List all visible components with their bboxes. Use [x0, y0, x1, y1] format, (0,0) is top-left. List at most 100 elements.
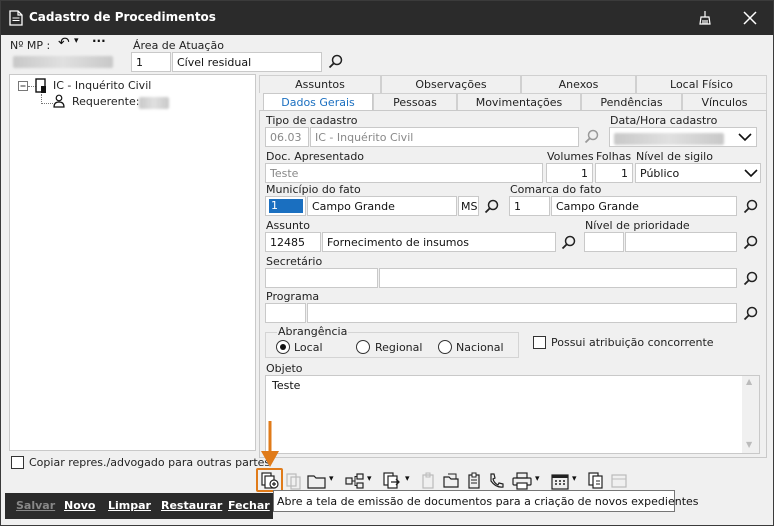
chevron-down-icon[interactable]: ▾	[535, 474, 540, 484]
collapse-icon[interactable]	[18, 81, 30, 93]
search-icon[interactable]	[742, 270, 760, 288]
tree-connector	[41, 103, 53, 104]
tree-root-label[interactable]: IC - Inquérito Civil	[53, 79, 151, 92]
chevron-down-icon[interactable]: ▾	[405, 474, 410, 484]
chevron-down-icon[interactable]	[743, 165, 759, 181]
new-button[interactable]: Novo	[64, 499, 96, 512]
search-icon[interactable]	[742, 198, 760, 216]
comarca-name-field[interactable]: Campo Grande	[551, 196, 737, 216]
new-document-icon[interactable]	[260, 472, 280, 490]
radio-local[interactable]	[276, 340, 290, 354]
comarca-label: Comarca do fato	[510, 183, 602, 196]
documents-transfer-icon[interactable]	[382, 472, 402, 490]
clear-button[interactable]: Limpar	[108, 499, 151, 512]
restore-button[interactable]: Restaurar	[161, 499, 222, 512]
chevron-down-icon[interactable]	[737, 129, 753, 145]
area-name-field[interactable]: Cível residual	[172, 52, 322, 72]
tab-movimentacoes[interactable]: Movimentações	[457, 93, 581, 111]
copy-repres-checkbox[interactable]	[11, 456, 24, 469]
area-code-field[interactable]: 1	[131, 52, 171, 72]
archive-icon	[611, 474, 627, 488]
assunto-code-field[interactable]: 12485	[265, 232, 321, 252]
objeto-scrollbar[interactable]: ▲ ▼	[742, 376, 759, 453]
abrangencia-label: Abrangência	[277, 325, 349, 338]
document-icon	[35, 78, 46, 93]
tab-anexos[interactable]: Anexos	[521, 75, 636, 93]
undo-icon[interactable]: ↶	[58, 35, 70, 51]
chevron-down-icon[interactable]: ▾	[329, 474, 334, 484]
concorrente-checkbox[interactable]	[533, 336, 546, 349]
document-app-icon	[9, 10, 23, 26]
search-icon[interactable]	[327, 53, 345, 71]
tipo-label: Tipo de cadastro	[266, 114, 358, 127]
search-icon[interactable]	[483, 198, 501, 216]
prioridade-code-field[interactable]	[584, 232, 624, 252]
search-icon[interactable]	[742, 305, 760, 323]
radio-nacional[interactable]	[438, 340, 452, 354]
tab-pessoas[interactable]: Pessoas	[373, 93, 457, 111]
attach-icon	[422, 472, 434, 489]
arrow-down-icon	[261, 421, 279, 467]
volumes-field[interactable]: 1	[546, 163, 593, 183]
tree-child-label[interactable]: Requerente:	[72, 95, 139, 108]
folder-icon[interactable]	[307, 473, 327, 489]
objeto-text: Teste	[272, 379, 301, 392]
prioridade-label: Nível de prioridade	[585, 219, 690, 232]
hierarchy-icon[interactable]	[345, 473, 365, 489]
programa-name-field[interactable]	[307, 303, 737, 323]
secretario-code-field[interactable]	[265, 268, 378, 288]
redacted-name	[139, 96, 169, 109]
main-window: Cadastro de Procedimentos Nº MP : ↶ ▾ ··…	[0, 0, 774, 526]
action-bar: Salvar Novo Limpar Restaurar Fechar	[5, 493, 273, 519]
close-icon[interactable]	[739, 7, 761, 29]
folhas-field[interactable]: 1	[595, 163, 633, 183]
open-folder-icon[interactable]	[443, 472, 461, 490]
radio-local-label: Local	[294, 341, 323, 354]
programa-code-field[interactable]	[265, 303, 306, 323]
municipio-name-field[interactable]: Campo Grande	[307, 196, 457, 216]
print-icon[interactable]	[512, 472, 532, 490]
doc-field[interactable]: Teste	[265, 163, 543, 183]
radio-regional[interactable]	[356, 340, 370, 354]
person-icon	[53, 94, 65, 108]
comarca-code-field[interactable]: 1	[509, 196, 550, 216]
chevron-down-icon[interactable]: ▾	[74, 36, 79, 46]
clipboard-icon[interactable]	[466, 472, 484, 490]
area-label: Área de Atuação	[133, 39, 224, 52]
search-icon[interactable]	[583, 128, 601, 146]
scroll-down-icon[interactable]: ▼	[746, 440, 752, 449]
prioridade-name-field[interactable]	[625, 232, 737, 252]
search-icon[interactable]	[742, 234, 760, 252]
tipo-code-field: 06.03	[265, 127, 309, 147]
chevron-down-icon[interactable]: ▾	[572, 474, 577, 484]
mp-number-field[interactable]	[9, 52, 129, 72]
tab-pendencias[interactable]: Pendências	[581, 93, 682, 111]
broom-icon[interactable]	[694, 7, 716, 29]
tooltip: Abre a tela de emissão de documentos par…	[273, 490, 699, 512]
objeto-label: Objeto	[266, 362, 303, 375]
phone-icon[interactable]	[488, 472, 506, 490]
tab-vinculos[interactable]: Vínculos	[682, 93, 767, 111]
data-label: Data/Hora cadastro	[610, 114, 718, 127]
assunto-name-field[interactable]: Fornecimento de insumos	[322, 232, 556, 252]
tab-dados-gerais[interactable]: Dados Gerais	[263, 93, 373, 111]
objeto-textarea[interactable]: Teste ▲ ▼	[265, 375, 760, 454]
secretario-name-field[interactable]	[379, 268, 737, 288]
search-icon[interactable]	[560, 234, 578, 252]
more-icon[interactable]: ···	[92, 34, 106, 48]
data-cadastro-field[interactable]	[609, 127, 757, 147]
tab-local-fisico[interactable]: Local Físico	[636, 75, 767, 93]
chevron-down-icon[interactable]: ▾	[367, 474, 372, 484]
tab-assuntos[interactable]: Assuntos	[259, 75, 381, 93]
municipio-uf-field: MS	[458, 196, 479, 216]
municipio-code-field[interactable]: 1	[265, 196, 306, 216]
tab-observacoes[interactable]: Observações	[381, 75, 521, 93]
procedure-tree[interactable]: IC - Inquérito Civil Requerente:	[9, 74, 256, 451]
scroll-up-icon[interactable]: ▲	[746, 377, 752, 386]
sigilo-label: Nível de sigilo	[636, 150, 713, 163]
calendar-icon[interactable]	[551, 472, 569, 490]
window-title: Cadastro de Procedimentos	[29, 10, 216, 24]
close-button[interactable]: Fechar	[228, 499, 270, 512]
document-edit-icon[interactable]	[587, 472, 607, 490]
save-button[interactable]: Salvar	[16, 499, 55, 512]
